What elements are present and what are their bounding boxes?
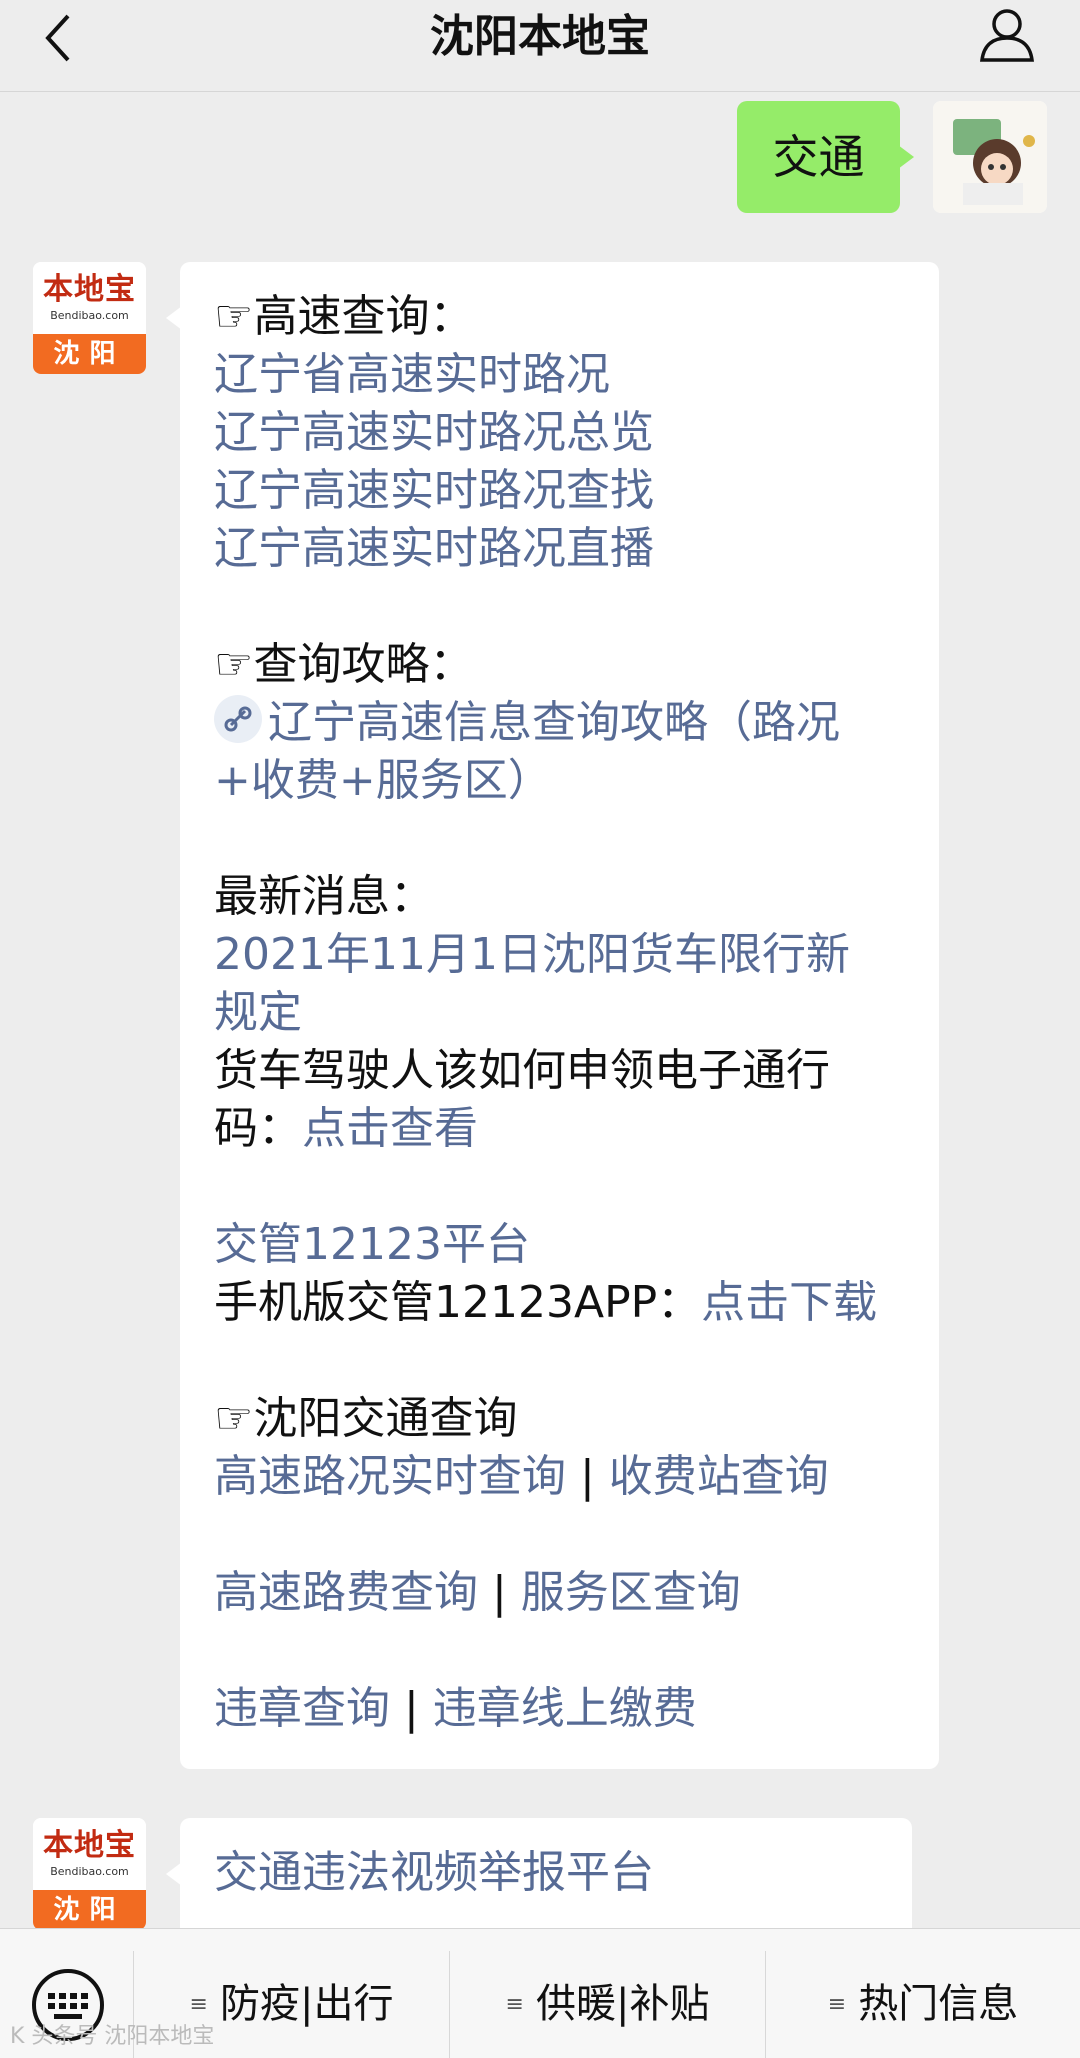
bot-avatar[interactable]: 本地宝 Bendibao.com 沈阳	[33, 262, 146, 374]
profile-icon[interactable]	[978, 6, 1036, 64]
violation-payment-link[interactable]: 违章线上缴费	[433, 1683, 697, 1734]
separator: |	[566, 1451, 609, 1502]
truck-text-prefix: 码：	[214, 1103, 302, 1154]
platform-link[interactable]: 交管12123平台	[214, 1216, 905, 1274]
highway-link[interactable]: 辽宁高速实时路况直播	[214, 520, 905, 578]
separator: |	[478, 1567, 521, 1618]
guide-link-text[interactable]: 辽宁高速信息查询攻略（路况	[268, 697, 840, 748]
highway-heading: ☞高速查询：	[214, 291, 474, 342]
avatar-brand: 本地宝	[43, 1828, 136, 1863]
app-text: 手机版交管12123APP：	[214, 1277, 702, 1328]
highway-realtime-link[interactable]: 高速路况实时查询	[214, 1451, 566, 1502]
violation-query-link[interactable]: 违章查询	[214, 1683, 390, 1734]
menu-item-hot-info[interactable]: ≡ 热门信息	[766, 1949, 1080, 2058]
news-heading: 最新消息：	[214, 871, 434, 922]
report-platform-link[interactable]: 交通违法视频举报平台	[214, 1844, 878, 1902]
guide-heading: ☞查询攻略：	[214, 639, 474, 690]
menu-item-heating-subsidy[interactable]: ≡ 供暖|补贴	[450, 1949, 765, 2058]
truck-text: 货车驾驶人该如何申领电子通行	[214, 1045, 830, 1096]
toll-station-link[interactable]: 收费站查询	[609, 1451, 829, 1502]
mini-program-icon	[214, 695, 262, 743]
avatar-domain: Bendibao.com	[50, 1865, 129, 1878]
highway-link[interactable]: 辽宁省高速实时路况	[214, 346, 905, 404]
user-message-bubble[interactable]: 交通	[737, 101, 914, 213]
guide-link-continued[interactable]: +收费+服务区）	[214, 752, 905, 810]
service-area-link[interactable]: 服务区查询	[521, 1567, 741, 1618]
watermark: K 头条号 沈阳本地宝	[10, 2024, 215, 2049]
traffic-heading: ☞沈阳交通查询	[214, 1393, 518, 1444]
toll-fee-link[interactable]: 高速路费查询	[214, 1567, 478, 1618]
app-download-link[interactable]: 点击下载	[701, 1277, 877, 1328]
separator: |	[390, 1683, 433, 1734]
bot-message-bubble: ☞高速查询： 辽宁省高速实时路况 辽宁高速实时路况总览 辽宁高速实时路况查找 辽…	[166, 262, 939, 1769]
avatar-brand: 本地宝	[43, 272, 136, 307]
avatar-domain: Bendibao.com	[50, 309, 129, 322]
highway-link[interactable]: 辽宁高速实时路况查找	[214, 462, 905, 520]
highway-link[interactable]: 辽宁高速实时路况总览	[214, 404, 905, 462]
menu-item-label: 热门信息	[858, 1981, 1019, 2027]
menu-list-icon: ≡	[189, 1992, 208, 2017]
bot-avatar[interactable]: 本地宝 Bendibao.com 沈阳	[33, 1818, 146, 1930]
truck-view-link[interactable]: 点击查看	[302, 1103, 478, 1154]
news-link-continued[interactable]: 规定	[214, 984, 905, 1042]
user-avatar[interactable]	[933, 101, 1047, 213]
news-link[interactable]: 2021年11月1日沈阳货车限行新	[214, 926, 905, 984]
bot-message-bubble: 交通违法视频举报平台	[166, 1818, 912, 1938]
menu-item-label: 供暖|补贴	[535, 1981, 710, 2027]
guide-link[interactable]: 辽宁高速信息查询攻略（路况	[214, 694, 905, 752]
menu-list-icon: ≡	[505, 1992, 524, 2017]
menu-item-label: 防疫|出行	[219, 1981, 394, 2027]
page-title: 沈阳本地宝	[430, 11, 650, 62]
menu-list-icon: ≡	[827, 1992, 847, 2017]
avatar-city: 沈阳	[33, 1890, 146, 1930]
avatar-city: 沈阳	[33, 334, 146, 374]
top-nav-bar: 沈阳本地宝	[0, 0, 1080, 92]
